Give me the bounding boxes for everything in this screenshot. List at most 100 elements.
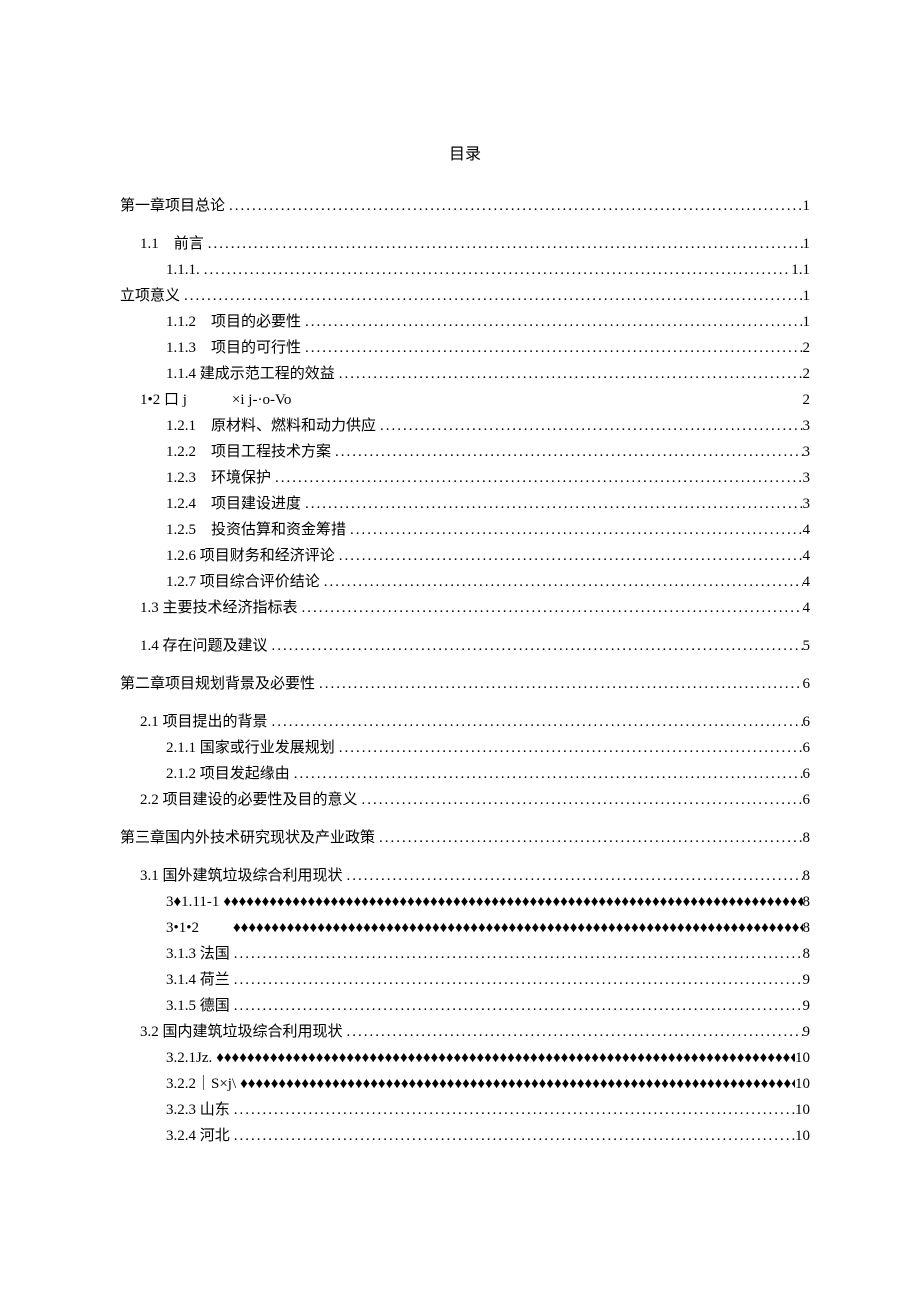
- toc-entry-page: 1: [803, 194, 811, 218]
- toc-entry-page: 8: [803, 942, 811, 966]
- toc-entry-label: 1.1.4 建成示范工程的效益: [166, 362, 335, 386]
- toc-leader: ........................................…: [271, 466, 802, 490]
- toc-entry-page: 1: [803, 284, 811, 308]
- toc-entry: 1.2.4 项目建设进度............................…: [120, 492, 810, 516]
- toc-entry-page: 3: [803, 440, 811, 464]
- toc-entry: 3.2.4 河北................................…: [120, 1124, 810, 1148]
- toc-leader: ........................................…: [301, 310, 802, 334]
- toc-entry: 1.2.3 环境保护..............................…: [120, 466, 810, 490]
- toc-entry-label: 1.2.6 项目财务和经济评论: [166, 544, 335, 568]
- toc-entry-page: 9: [803, 968, 811, 992]
- toc-entry-label: 3.2.2｜S×j\: [166, 1072, 236, 1096]
- toc-entry-page: 4: [803, 570, 811, 594]
- toc-leader: ♦♦♦♦♦♦♦♦♦♦♦♦♦♦♦♦♦♦♦♦♦♦♦♦♦♦♦♦♦♦♦♦♦♦♦♦♦♦♦♦…: [219, 890, 802, 914]
- toc-entry: 1.2.5 投资估算和资金筹措.........................…: [120, 518, 810, 542]
- toc-leader: ........................................…: [200, 258, 792, 282]
- toc-leader: ........................................…: [230, 1124, 795, 1148]
- toc-leader: ........................................…: [204, 232, 803, 256]
- toc-entry-label: 1.2.5 投资估算和资金筹措: [166, 518, 346, 542]
- toc-entry-page: 4: [803, 518, 811, 542]
- toc-leader: ........................................…: [335, 362, 803, 386]
- toc-entry: 3.2.3 山东................................…: [120, 1098, 810, 1122]
- toc-entry: 1.1.4 建成示范工程的效益.........................…: [120, 362, 810, 386]
- toc-entry: 1•2 口 j ×i j-·o-Vo2: [120, 388, 810, 412]
- toc-entry: 3.2.1Jz.♦♦♦♦♦♦♦♦♦♦♦♦♦♦♦♦♦♦♦♦♦♦♦♦♦♦♦♦♦♦♦♦…: [120, 1046, 810, 1070]
- toc-entry: 1.2.7 项目综合评价结论..........................…: [120, 570, 810, 594]
- toc-leader: ........................................…: [230, 942, 803, 966]
- toc-entry-label: 3♦1.11-1: [166, 890, 219, 914]
- toc-entry: 3.1 国外建筑垃圾综合利用现状........................…: [120, 864, 810, 888]
- toc-entry-page: 8: [803, 826, 811, 850]
- toc-entry-page: 5: [803, 634, 811, 658]
- toc-leader: ........................................…: [358, 788, 803, 812]
- toc-entry: 1.1 前言..................................…: [120, 232, 810, 256]
- toc-entry-page: 10: [795, 1072, 810, 1096]
- toc-entry: 3.2 国内建筑垃圾综合利用现状........................…: [120, 1020, 810, 1044]
- toc-entry-label: 第三章国内外技术研究现状及产业政策: [120, 826, 375, 850]
- toc-entry-label: 1.2.3 环境保护: [166, 466, 271, 490]
- toc-body: 第一章项目总论.................................…: [120, 194, 810, 1148]
- toc-entry: 1.2.1 原材料、燃料和动力供应.......................…: [120, 414, 810, 438]
- toc-leader: ........................................…: [225, 194, 802, 218]
- toc-entry-page: 1.1: [791, 258, 810, 282]
- toc-entry-page: 8: [803, 864, 811, 888]
- toc-entry-page: 8: [803, 890, 811, 914]
- toc-entry-label: 3•1•2: [166, 916, 229, 940]
- toc-entry-label: 第一章项目总论: [120, 194, 225, 218]
- toc-entry-label: 3.2.3 山东: [166, 1098, 230, 1122]
- toc-entry-label: 3.1.3 法国: [166, 942, 230, 966]
- toc-entry-label: 1.1.3 项目的可行性: [166, 336, 301, 360]
- toc-entry-page: 10: [795, 1124, 810, 1148]
- toc-entry-page: 10: [795, 1046, 810, 1070]
- toc-entry: 2.1.2 项目发起缘由............................…: [120, 762, 810, 786]
- toc-entry: 1.2.2 项目工程技术方案..........................…: [120, 440, 810, 464]
- toc-entry-page: 4: [803, 544, 811, 568]
- toc-entry-label: 2.1.2 项目发起缘由: [166, 762, 290, 786]
- toc-leader: ........................................…: [290, 762, 803, 786]
- toc-entry-page: 6: [803, 788, 811, 812]
- toc-entry: 第二章项目规划背景及必要性...........................…: [120, 672, 810, 696]
- toc-entry-label: 1.3 主要技术经济指标表: [140, 596, 298, 620]
- toc-entry-label: 3.2.4 河北: [166, 1124, 230, 1148]
- toc-entry-label: 3.1 国外建筑垃圾综合利用现状: [140, 864, 343, 888]
- toc-entry-page: 10: [795, 1098, 810, 1122]
- toc-entry-page: 6: [803, 710, 811, 734]
- toc-leader: ♦♦♦♦♦♦♦♦♦♦♦♦♦♦♦♦♦♦♦♦♦♦♦♦♦♦♦♦♦♦♦♦♦♦♦♦♦♦♦♦…: [229, 916, 802, 940]
- toc-leader: ........................................…: [346, 518, 802, 542]
- toc-entry-label: 2.2 项目建设的必要性及目的意义: [140, 788, 358, 812]
- toc-entry: 1.1.2 项目的必要性............................…: [120, 310, 810, 334]
- toc-leader: ........................................…: [335, 544, 803, 568]
- toc-entry: 第三章国内外技术研究现状及产业政策.......................…: [120, 826, 810, 850]
- toc-leader: ........................................…: [230, 1098, 795, 1122]
- toc-leader: ........................................…: [320, 570, 803, 594]
- toc-entry-label: 第二章项目规划背景及必要性: [120, 672, 315, 696]
- toc-leader: ........................................…: [230, 994, 803, 1018]
- toc-leader: ........................................…: [343, 1020, 803, 1044]
- toc-entry-label: 1.1 前言: [140, 232, 204, 256]
- toc-entry: 2.1.1 国家或行业发展规划.........................…: [120, 736, 810, 760]
- toc-entry: 立项意义....................................…: [120, 284, 810, 308]
- toc-entry-page: 6: [803, 672, 811, 696]
- toc-entry: 3.1.5 德国................................…: [120, 994, 810, 1018]
- toc-leader: ........................................…: [298, 596, 803, 620]
- toc-entry: 3.2.2｜S×j\♦♦♦♦♦♦♦♦♦♦♦♦♦♦♦♦♦♦♦♦♦♦♦♦♦♦♦♦♦♦…: [120, 1072, 810, 1096]
- toc-entry: 1.1.3 项目的可行性............................…: [120, 336, 810, 360]
- toc-entry-page: 2: [803, 336, 811, 360]
- toc-entry-label: 1•2 口 j ×i j-·o-Vo: [140, 388, 291, 412]
- toc-entry-label: 立项意义: [120, 284, 180, 308]
- toc-leader: ........................................…: [301, 336, 802, 360]
- toc-leader: ♦♦♦♦♦♦♦♦♦♦♦♦♦♦♦♦♦♦♦♦♦♦♦♦♦♦♦♦♦♦♦♦♦♦♦♦♦♦♦♦…: [212, 1046, 795, 1070]
- toc-leader: ........................................…: [230, 968, 803, 992]
- toc-entry-label: 1.2.2 项目工程技术方案: [166, 440, 331, 464]
- toc-leader: ........................................…: [331, 440, 802, 464]
- toc-entry-label: 2.1 项目提出的背景: [140, 710, 268, 734]
- toc-entry-page: 6: [803, 762, 811, 786]
- toc-entry: 3♦1.11-1♦♦♦♦♦♦♦♦♦♦♦♦♦♦♦♦♦♦♦♦♦♦♦♦♦♦♦♦♦♦♦♦…: [120, 890, 810, 914]
- toc-entry: 第一章项目总论.................................…: [120, 194, 810, 218]
- toc-entry: 3.1.4 荷兰................................…: [120, 968, 810, 992]
- toc-entry-page: 1: [803, 310, 811, 334]
- page-container: 目录 第一章项目总论..............................…: [0, 0, 920, 1210]
- toc-entry-label: 3.1.5 德国: [166, 994, 230, 1018]
- toc-entry-label: 1.1.1.: [166, 258, 200, 282]
- toc-entry-label: 2.1.1 国家或行业发展规划: [166, 736, 335, 760]
